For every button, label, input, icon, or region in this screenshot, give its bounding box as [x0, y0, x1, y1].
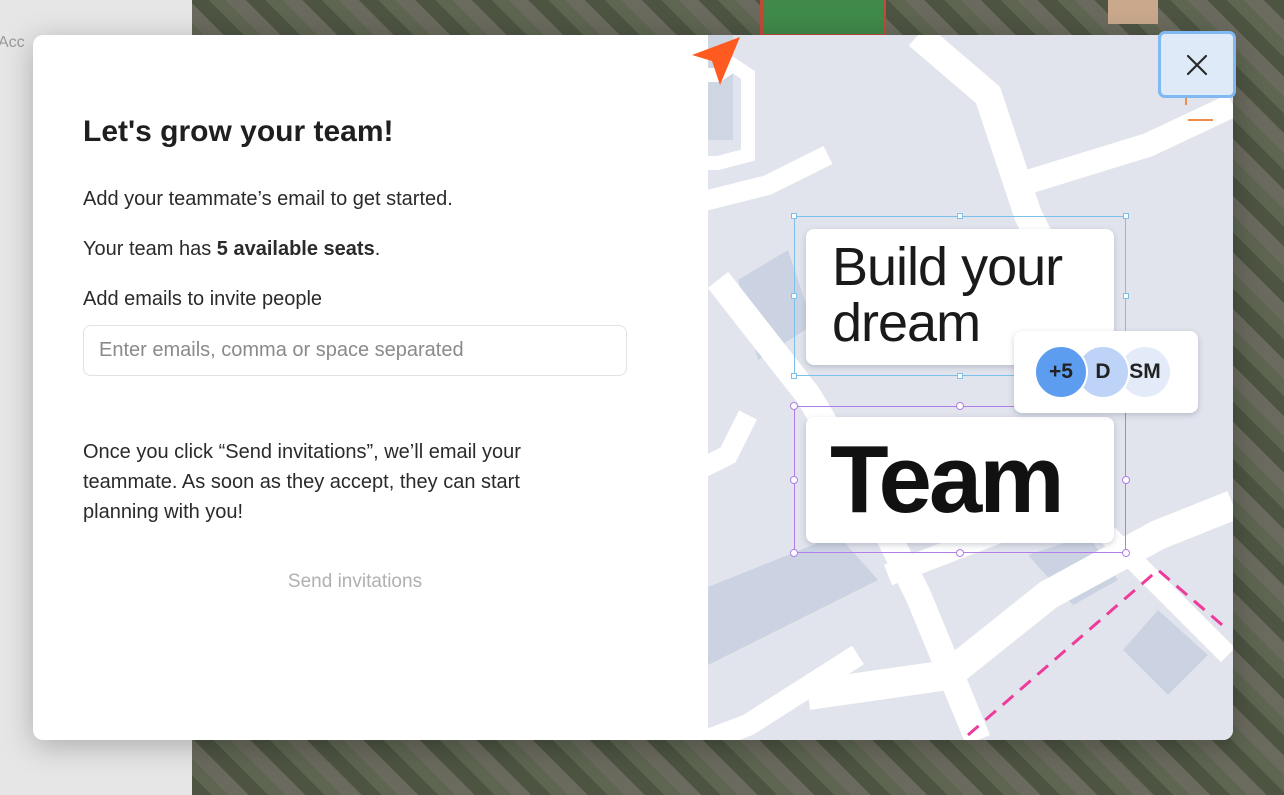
email-input[interactable] — [83, 325, 627, 376]
invite-form-pane: Let's grow your team! Add your teammate’… — [33, 35, 688, 740]
team-card-text: Team — [830, 426, 1065, 533]
selection-handle — [1122, 549, 1130, 557]
seats-text: Your team has 5 available seats. — [83, 238, 380, 261]
selection-handle — [1122, 476, 1130, 484]
selection-handle — [791, 293, 797, 299]
build-line-1: Build your — [832, 237, 1063, 297]
selection-handle — [790, 476, 798, 484]
map-road — [1014, 94, 1233, 197]
selection-handle — [790, 549, 798, 557]
seats-suffix: . — [374, 238, 381, 260]
selection-handle — [1123, 293, 1129, 299]
selection-handle — [957, 373, 963, 379]
selection-handle — [956, 402, 964, 410]
cursor-arrow-icon — [692, 37, 740, 85]
selection-handle — [956, 549, 964, 557]
selection-handle — [957, 213, 963, 219]
info-text: Once you click “Send invitations”, we’ll… — [83, 441, 521, 523]
close-icon — [1186, 54, 1208, 75]
send-invitations-button[interactable]: Send invitations — [255, 565, 455, 599]
invite-label: Add emails to invite people — [83, 288, 323, 310]
avatar-more: +5 — [1034, 345, 1088, 399]
modal-title: Let's grow your team! — [83, 115, 394, 148]
invite-modal: Let's grow your team! Add your teammate’… — [33, 35, 1233, 740]
illustration-pane: Build your dream Team +5 D SM — [688, 35, 1233, 740]
selection-handle — [791, 213, 797, 219]
selection-handle — [790, 402, 798, 410]
seats-count: 5 available seats — [216, 238, 375, 260]
background-sports-field — [760, 0, 886, 37]
seats-prefix: Your team has — [83, 238, 217, 260]
team-card: Team — [806, 417, 1114, 543]
close-button[interactable] — [1158, 31, 1236, 98]
intro-text: Add your teammate’s email to get started… — [83, 188, 453, 210]
background-text: Acc — [0, 34, 25, 51]
selection-handle — [791, 373, 797, 379]
selection-handle — [1123, 213, 1129, 219]
avatar-group-card: +5 D SM — [1014, 331, 1198, 413]
background-roof — [1108, 0, 1158, 24]
